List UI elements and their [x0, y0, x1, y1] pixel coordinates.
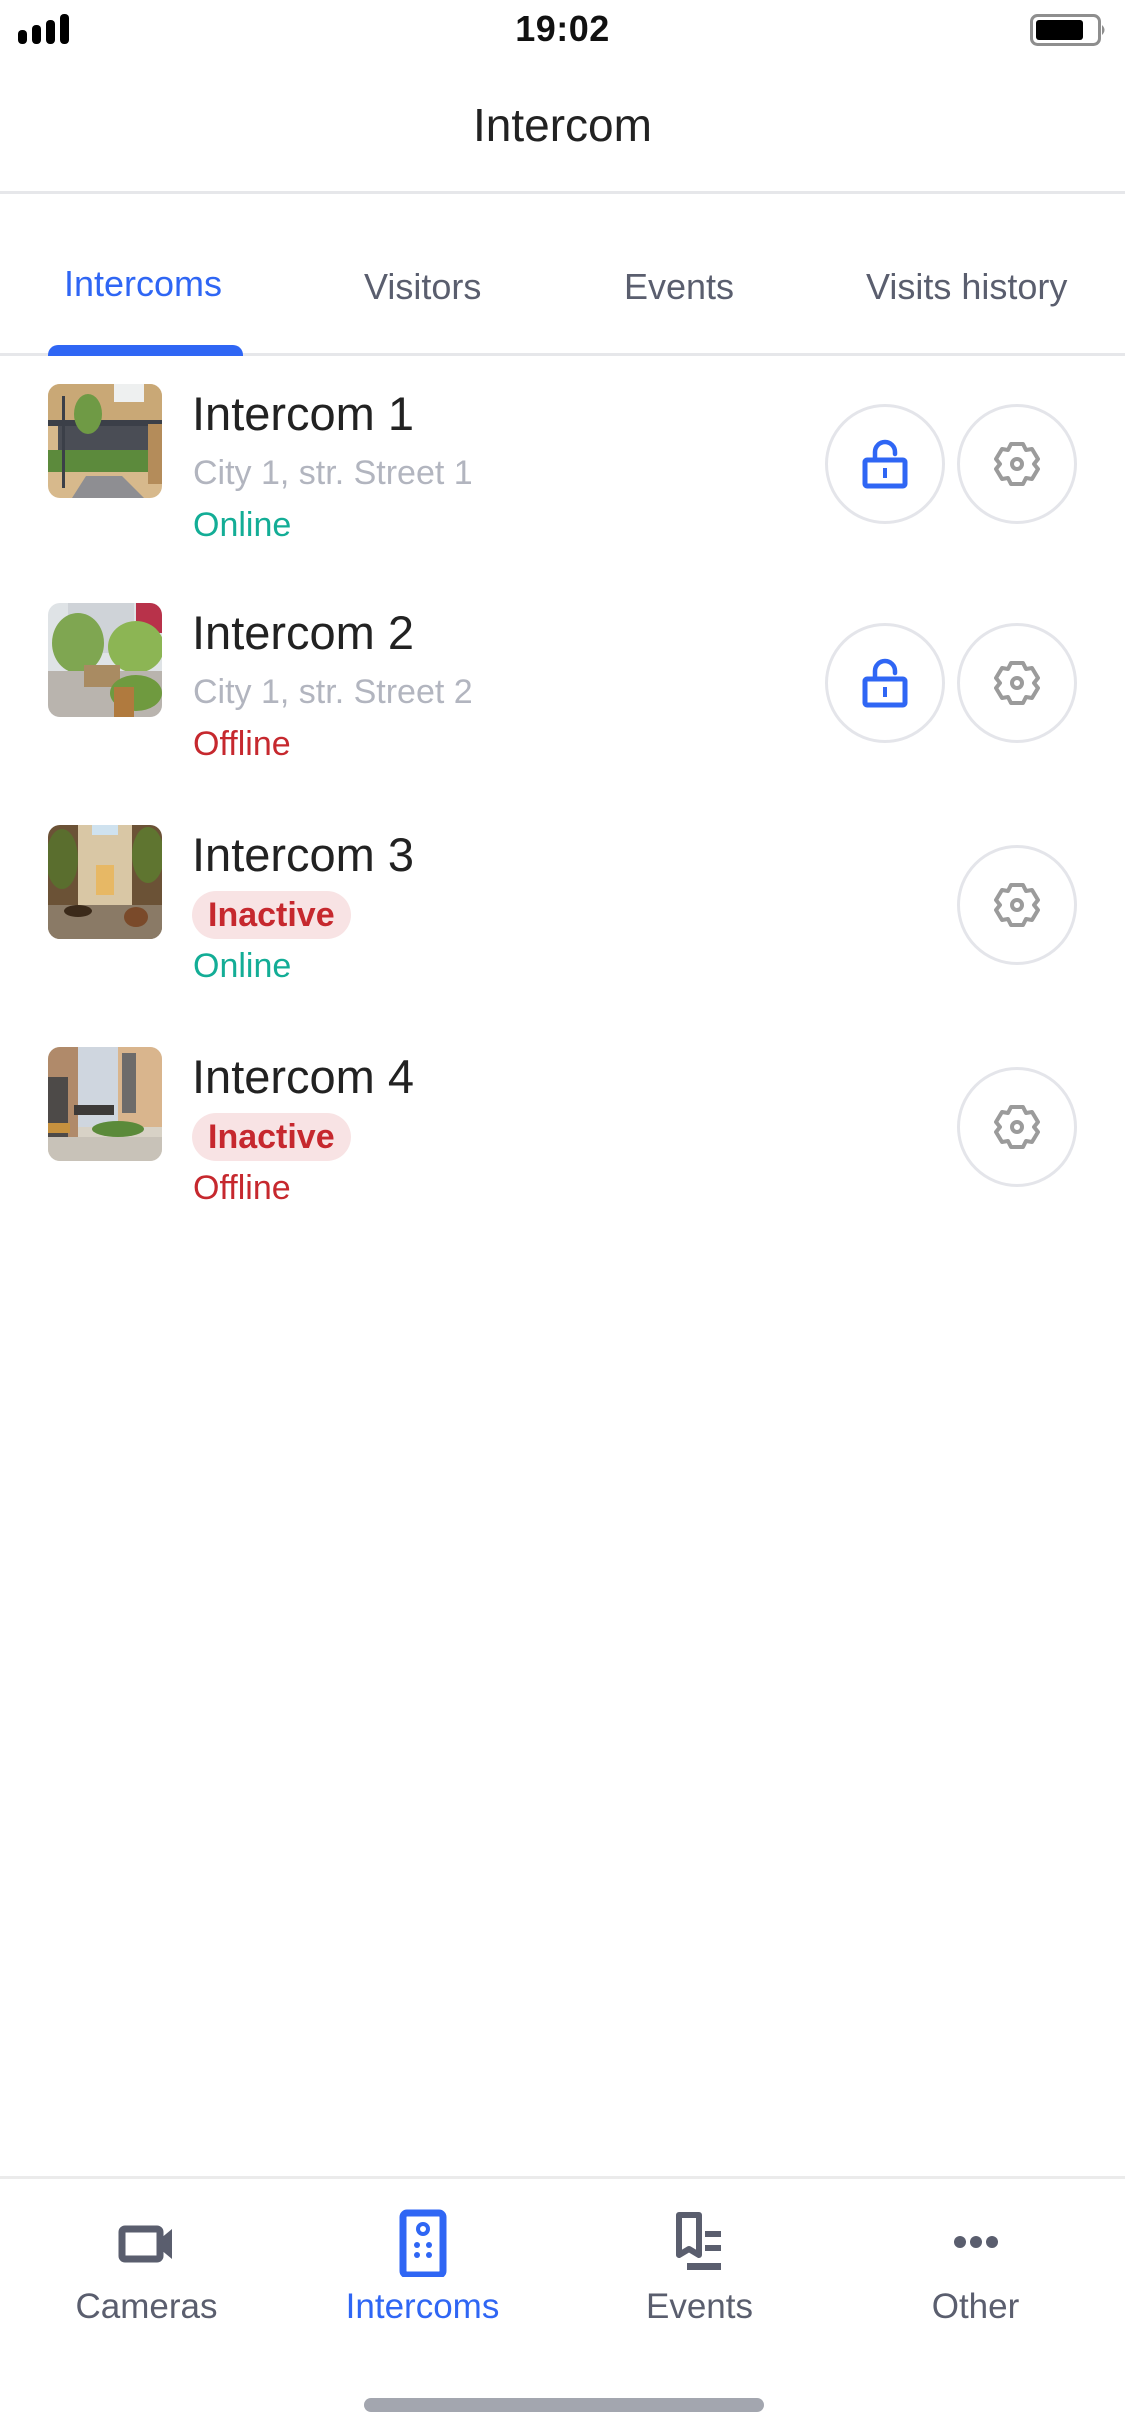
- status-bar: 19:02: [0, 0, 1125, 60]
- intercom-name: Intercom 4: [192, 1050, 415, 1103]
- lock-open-icon: [862, 439, 908, 489]
- settings-button[interactable]: [957, 845, 1077, 965]
- nav-other[interactable]: Other: [835, 2179, 1116, 2339]
- page-title: Intercom: [473, 99, 652, 151]
- inactive-badge: Inactive: [192, 1113, 351, 1161]
- battery-icon: [1030, 14, 1105, 46]
- bottom-navigation: Cameras Intercoms Events Other: [0, 2176, 1125, 2436]
- intercom-row[interactable]: Intercom 2 City 1, str. Street 2 Offline: [0, 575, 1125, 796]
- settings-button[interactable]: [957, 1067, 1077, 1187]
- connection-status: Online: [193, 947, 292, 985]
- tab-intercoms[interactable]: Intercoms: [64, 263, 222, 305]
- lock-open-icon: [862, 658, 908, 708]
- nav-intercoms[interactable]: Intercoms: [282, 2179, 563, 2339]
- gear-icon: [994, 883, 1040, 927]
- more-dots-icon: [953, 2236, 998, 2248]
- intercom-thumbnail: [48, 384, 162, 498]
- settings-button[interactable]: [957, 404, 1077, 524]
- intercom-name: Intercom 3: [192, 828, 415, 881]
- intercom-thumbnail: [48, 825, 162, 939]
- intercom-address: City 1, str. Street 2: [193, 673, 473, 711]
- video-camera-icon: [118, 2225, 172, 2263]
- gear-icon: [994, 1105, 1040, 1149]
- intercom-row[interactable]: Intercom 3 Inactive Online: [0, 797, 1125, 1018]
- nav-events[interactable]: Events: [559, 2179, 840, 2339]
- intercom-address: City 1, str. Street 1: [193, 454, 473, 492]
- inactive-badge: Inactive: [192, 891, 351, 939]
- intercom-row[interactable]: Intercom 4 Inactive Offline: [0, 1019, 1125, 1240]
- unlock-button[interactable]: [825, 404, 945, 524]
- nav-label: Cameras: [75, 2287, 218, 2326]
- gear-icon: [994, 661, 1040, 705]
- nav-cameras[interactable]: Cameras: [6, 2179, 287, 2339]
- nav-label: Other: [931, 2287, 1020, 2326]
- nav-label: Intercoms: [345, 2287, 500, 2326]
- bookmark-list-icon: [675, 2212, 721, 2270]
- unlock-button[interactable]: [825, 623, 945, 743]
- tab-bar: Intercoms Visitors Events Visits history: [0, 194, 1125, 356]
- tab-events[interactable]: Events: [624, 266, 734, 308]
- intercom-thumbnail: [48, 603, 162, 717]
- intercom-row[interactable]: Intercom 1 City 1, str. Street 1 Online: [0, 356, 1125, 577]
- status-time: 19:02: [515, 8, 610, 49]
- nav-label: Events: [646, 2287, 753, 2326]
- connection-status: Offline: [193, 725, 291, 763]
- intercom-name: Intercom 2: [192, 606, 415, 659]
- tab-visits-history[interactable]: Visits history: [866, 266, 1067, 308]
- connection-status: Offline: [193, 1169, 291, 1207]
- connection-status: Online: [193, 506, 292, 544]
- app-header: Intercom: [0, 60, 1125, 194]
- active-tab-indicator: [48, 345, 243, 356]
- intercom-panel-icon: [399, 2209, 446, 2277]
- gear-icon: [994, 442, 1040, 486]
- intercom-thumbnail: [48, 1047, 162, 1161]
- tab-visitors[interactable]: Visitors: [364, 266, 481, 308]
- home-indicator[interactable]: [364, 2398, 764, 2412]
- intercom-name: Intercom 1: [192, 387, 415, 440]
- settings-button[interactable]: [957, 623, 1077, 743]
